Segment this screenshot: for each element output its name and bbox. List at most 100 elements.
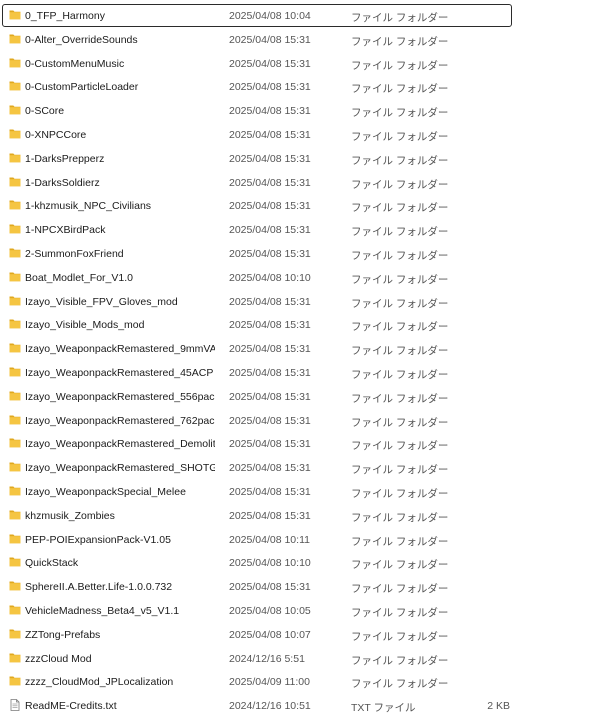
folder-row[interactable]: 0_TFP_Harmony 2025/04/08 10:04 ファイル フォルダー [0, 4, 616, 28]
folder-icon [9, 437, 21, 448]
file-name: Izayo_WeaponpackRemastered_45ACP [25, 366, 214, 379]
file-name: Izayo_Visible_FPV_Gloves_mod [25, 295, 178, 308]
folder-icon [9, 9, 21, 20]
folder-row[interactable]: Izayo_WeaponpackRemastered_762pack 2025/0… [0, 409, 616, 433]
folder-row[interactable]: QuickStack 2025/04/08 10:10 ファイル フォルダー [0, 551, 616, 575]
folder-icon [9, 33, 21, 44]
file-date: 2025/04/08 15:31 [229, 438, 311, 451]
file-type: ファイル フォルダー [351, 440, 449, 453]
file-type: ファイル フォルダー [351, 511, 449, 524]
folder-icon [9, 509, 21, 520]
file-name: ReadME-Credits.txt [25, 700, 117, 713]
folder-row[interactable]: Izayo_WeaponpackRemastered_SHOTGU... 2025… [0, 456, 616, 480]
folder-icon [9, 152, 21, 163]
folder-row[interactable]: Izayo_WeaponpackRemastered_556pack 2025/0… [0, 385, 616, 409]
folder-row[interactable]: SphereII.A.Better.Life-1.0.0.732 2025/04/… [0, 575, 616, 599]
folder-row[interactable]: zzzz_CloudMod_JPLocalization 2025/04/09 1… [0, 670, 616, 694]
file-type: ファイル フォルダー [351, 35, 449, 48]
file-date: 2025/04/08 15:31 [229, 581, 311, 594]
file-date: 2025/04/08 15:31 [229, 247, 311, 260]
file-name: 0_TFP_Harmony [25, 10, 105, 22]
file-size: 2 KB [487, 700, 510, 713]
file-type: ファイル フォルダー [351, 12, 449, 24]
file-date: 2025/04/08 15:31 [229, 343, 311, 356]
file-type: ファイル フォルダー [351, 487, 449, 500]
folder-icon [9, 390, 21, 401]
file-type: ファイル フォルダー [351, 368, 449, 381]
folder-row[interactable]: 0-SCore 2025/04/08 15:31 ファイル フォルダー [0, 99, 616, 123]
folder-row[interactable]: 0-XNPCCore 2025/04/08 15:31 ファイル フォルダー [0, 123, 616, 147]
folder-row[interactable]: zzzCloud Mod 2024/12/16 5:51 ファイル フォルダー [0, 647, 616, 671]
file-name: SphereII.A.Better.Life-1.0.0.732 [25, 581, 173, 594]
file-type: ファイル フォルダー [351, 273, 449, 286]
folder-row[interactable]: 0-CustomParticleLoader 2025/04/08 15:31 ファ… [0, 75, 616, 99]
folder-row[interactable]: Izayo_WeaponpackRemastered_Demoliti... 20… [0, 432, 616, 456]
file-date: 2025/04/08 15:31 [229, 105, 311, 118]
folder-row[interactable]: ZZTong-Prefabs 2025/04/08 10:07 ファイル フォルダー [0, 623, 616, 647]
file-date: 2025/04/08 15:31 [229, 57, 311, 70]
file-type: ファイル フォルダー [351, 678, 449, 691]
folder-row[interactable]: khzmusik_Zombies 2025/04/08 15:31 ファイル フォル… [0, 504, 616, 528]
file-type: ファイル フォルダー [351, 154, 449, 167]
file-type: ファイル フォルダー [351, 107, 449, 120]
text-file-icon [9, 699, 21, 712]
file-name: 1-NPCXBirdPack [25, 224, 106, 237]
file-name: Izayo_WeaponpackRemastered_556pack [25, 390, 215, 403]
folder-icon [9, 461, 21, 472]
folder-row[interactable]: Boat_Modlet_For_V1.0 2025/04/08 10:10 ファイル… [0, 266, 616, 290]
file-name: 1-DarksSoldierz [25, 176, 100, 189]
file-type: ファイル フォルダー [351, 83, 449, 96]
file-type: ファイル フォルダー [351, 202, 449, 215]
folder-row[interactable]: 2-SummonFoxFriend 2025/04/08 15:31 ファイル フォ… [0, 242, 616, 266]
file-name: 2-SummonFoxFriend [25, 247, 124, 260]
file-type: ファイル フォルダー [351, 559, 449, 572]
file-date: 2025/04/08 15:31 [229, 390, 311, 403]
file-name: 0-CustomParticleLoader [25, 81, 139, 94]
file-date: 2025/04/08 15:31 [229, 319, 311, 332]
folder-icon [9, 223, 21, 234]
file-type: ファイル フォルダー [351, 630, 449, 643]
file-date: 2025/04/08 10:05 [229, 604, 311, 617]
folder-icon [9, 342, 21, 353]
file-name: 1-khzmusik_NPC_Civilians [25, 200, 152, 213]
file-row[interactable]: ReadME-Credits.txt 2024/12/16 10:51 TXT ファ… [0, 694, 616, 718]
file-type: ファイル フォルダー [351, 297, 449, 310]
folder-icon [9, 176, 21, 187]
folder-icon [9, 652, 21, 663]
folder-icon [9, 533, 21, 544]
folder-icon [9, 628, 21, 639]
folder-row[interactable]: 1-DarksPrepperz 2025/04/08 15:31 ファイル フォルダ… [0, 147, 616, 171]
file-type: TXT ファイル [351, 702, 416, 715]
file-list: 0_TFP_Harmony 2025/04/08 10:04 ファイル フォルダー 0… [0, 4, 616, 718]
folder-row[interactable]: PEP-POIExpansionPack-V1.05 2025/04/08 10:… [0, 528, 616, 552]
folder-row[interactable]: VehicleMadness_Beta4_v5_V1.1 2025/04/08 1… [0, 599, 616, 623]
folder-icon [9, 80, 21, 91]
folder-icon [9, 57, 21, 68]
folder-row[interactable]: Izayo_WeaponpackRemastered_9mmVAL 2025/04… [0, 337, 616, 361]
file-name: 0-Alter_OverrideSounds [25, 33, 138, 46]
folder-row[interactable]: 1-khzmusik_NPC_Civilians 2025/04/08 15:31… [0, 194, 616, 218]
folder-row[interactable]: 0-CustomMenuMusic 2025/04/08 15:31 ファイル フォ… [0, 52, 616, 76]
folder-row[interactable]: 0-Alter_OverrideSounds 2025/04/08 15:31 ファ… [0, 28, 616, 52]
file-date: 2024/12/16 5:51 [229, 652, 305, 665]
folder-icon [9, 128, 21, 139]
file-date: 2025/04/08 15:31 [229, 128, 311, 141]
folder-row[interactable]: Izayo_WeaponpackSpecial_Melee 2025/04/08 … [0, 480, 616, 504]
file-date: 2025/04/08 10:10 [229, 557, 311, 570]
file-date: 2025/04/08 15:31 [229, 81, 311, 94]
folder-icon [9, 580, 21, 591]
file-name: ZZTong-Prefabs [25, 628, 101, 641]
file-date: 2025/04/08 10:10 [229, 271, 311, 284]
folder-row[interactable]: Izayo_WeaponpackRemastered_45ACP 2025/04/… [0, 361, 616, 385]
folder-row[interactable]: Izayo_Visible_FPV_Gloves_mod 2025/04/08 1… [0, 290, 616, 314]
folder-row[interactable]: Izayo_Visible_Mods_mod 2025/04/08 15:31 ファ… [0, 313, 616, 337]
file-type: ファイル フォルダー [351, 345, 449, 358]
folder-row[interactable]: 1-DarksSoldierz 2025/04/08 15:31 ファイル フォルダ… [0, 171, 616, 195]
file-type: ファイル フォルダー [351, 249, 449, 262]
file-date: 2025/04/08 15:31 [229, 509, 311, 522]
file-type: ファイル フォルダー [351, 226, 449, 239]
file-name: khzmusik_Zombies [25, 509, 115, 522]
folder-icon [9, 104, 21, 115]
folder-icon [9, 295, 21, 306]
folder-row[interactable]: 1-NPCXBirdPack 2025/04/08 15:31 ファイル フォルダー [0, 218, 616, 242]
